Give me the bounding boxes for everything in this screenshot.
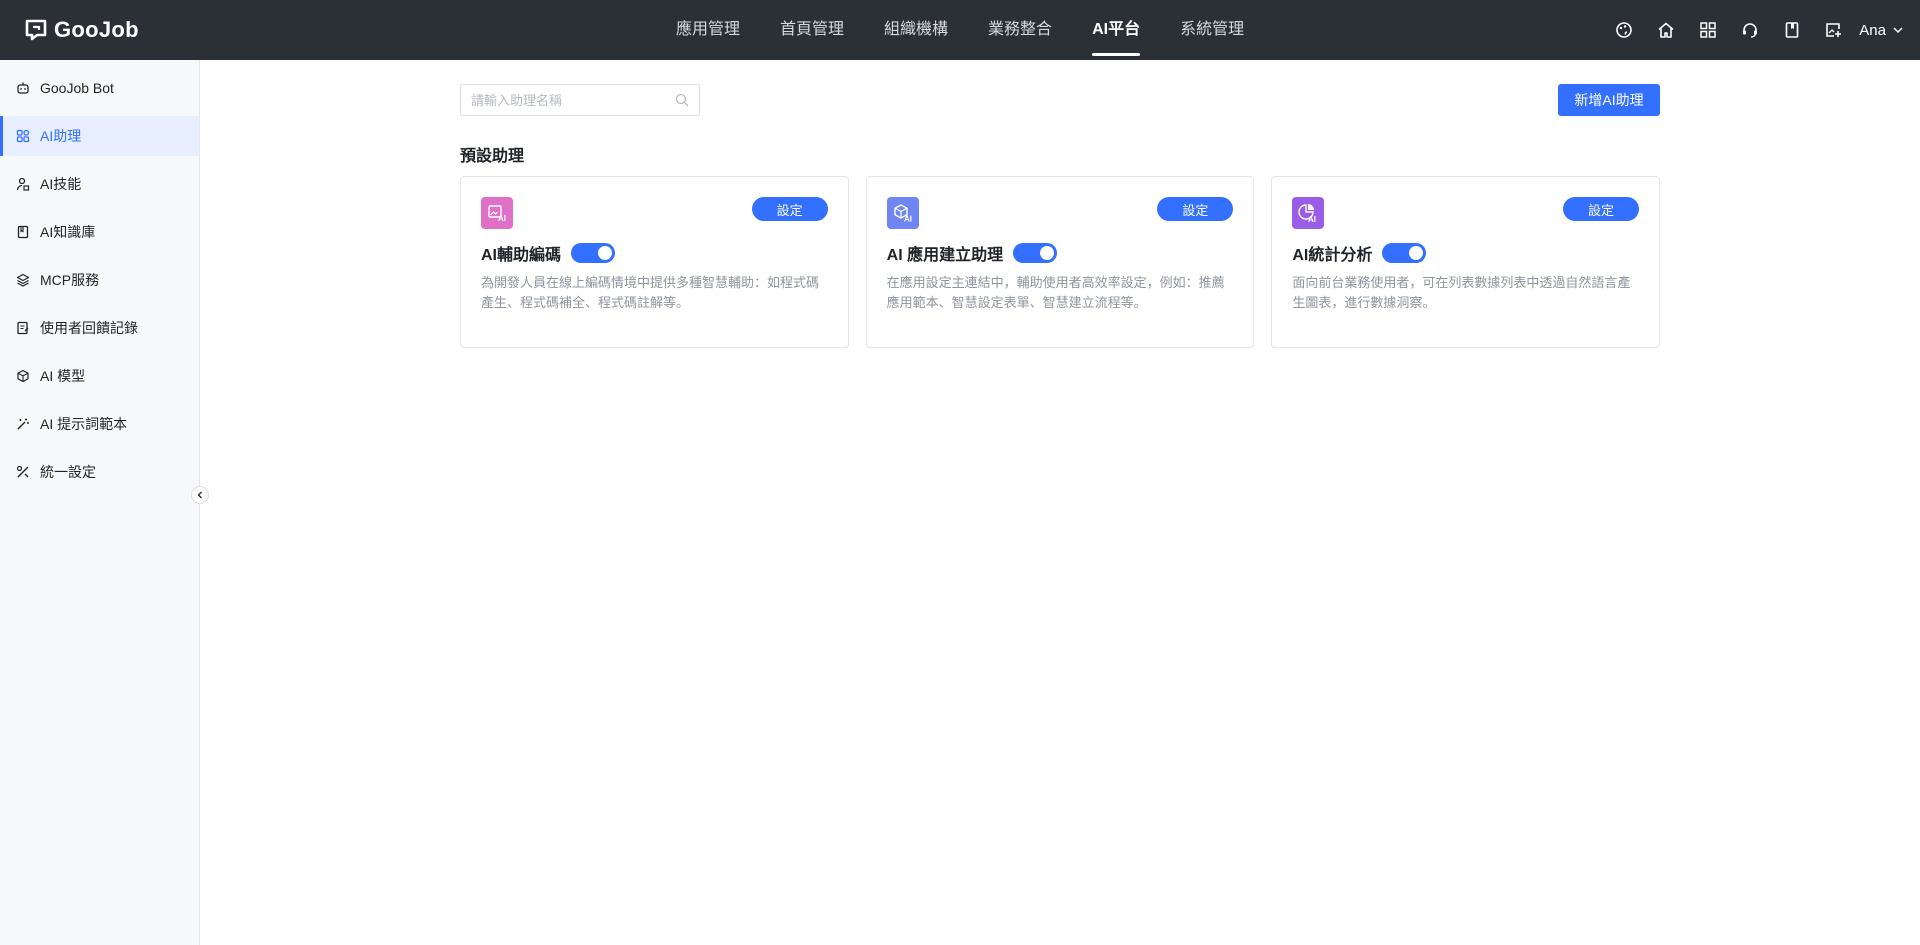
settings-tools-icon: [16, 465, 29, 478]
top-icon-bar: Ana: [1603, 0, 1904, 60]
sidebar-item-label: 使用者回饋記錄: [40, 320, 138, 336]
chevron-down-icon: [1893, 27, 1903, 34]
settings-button[interactable]: 設定: [1157, 197, 1234, 221]
search-box: [460, 84, 700, 116]
card-title: AI輔助編碼: [481, 247, 562, 264]
nav-item-system-management[interactable]: 系統管理: [1160, 0, 1264, 60]
nav-item-app-management[interactable]: 應用管理: [656, 0, 760, 60]
sidebar-item-mcp-service[interactable]: MCP服務: [0, 260, 199, 300]
sidebar-item-label: AI 模型: [40, 368, 86, 384]
logo[interactable]: GooJob: [24, 16, 139, 44]
sidebar-item-unified-settings[interactable]: 統一設定: [0, 452, 199, 492]
assistant-card-list: AI 設定 AI輔助編碼 為開發人員在線上編碼情境中提供多種智慧輔助：如程式碼產…: [460, 176, 1661, 348]
home-icon[interactable]: [1645, 9, 1687, 51]
assistant-card: AI 設定 AI輔助編碼 為開發人員在線上編碼情境中提供多種智慧輔助：如程式碼產…: [460, 176, 849, 348]
sidebar: GooJob Bot AI助理 AI技能 AI知識庫 MCP服務 使用者回饋記錄…: [0, 60, 200, 945]
add-ai-assistant-button[interactable]: 新增AI助理: [1558, 84, 1660, 116]
sidebar-item-ai-skills[interactable]: AI技能: [0, 164, 199, 204]
sidebar-item-label: AI助理: [40, 128, 82, 144]
search-icon[interactable]: [675, 93, 689, 107]
settings-button[interactable]: 設定: [1563, 197, 1640, 221]
sidebar-item-ai-assistant[interactable]: AI助理: [0, 116, 199, 156]
card-description: 在應用設定主連結中，輔助使用者高效率設定，例如：推薦應用範本、智慧設定表單、智慧…: [886, 275, 1225, 310]
ai-image-icon: AI: [481, 197, 513, 229]
book-icon: [17, 225, 29, 239]
sidebar-item-label: 統一設定: [40, 464, 96, 480]
sidebar-item-label: MCP服務: [40, 272, 100, 288]
enable-toggle[interactable]: [1013, 243, 1058, 263]
enable-toggle[interactable]: [571, 243, 616, 263]
enable-toggle[interactable]: [1382, 243, 1427, 263]
magic-wand-icon: [17, 418, 29, 430]
user-name: Ana: [1859, 21, 1886, 39]
skill-icon: [16, 177, 30, 191]
search-input[interactable]: [471, 92, 675, 108]
assistant-card: AI 設定 AI 應用建立助理 在應用設定主連結中，輔助使用者高效率設定，例如：…: [865, 176, 1255, 348]
grid-icon: [16, 129, 30, 143]
main-content: 新增AI助理 預設助理 AI 設定 AI輔助編碼 為開發人員在線上編碼情境中提供…: [200, 60, 1920, 945]
nav-item-organization[interactable]: 組織機構: [864, 0, 968, 60]
card-header: AI 應用建立助理: [887, 241, 1234, 265]
card-title: AI 應用建立助理: [886, 247, 1004, 264]
nav-item-homepage-management[interactable]: 首頁管理: [760, 0, 864, 60]
sidebar-item-goojob-bot[interactable]: GooJob Bot: [0, 68, 199, 108]
card-description: 面向前台業務使用者，可在列表數據列表中透過自然語言產生圖表，進行數據洞察。: [1292, 275, 1631, 310]
top-navbar: GooJob 應用管理 首頁管理 組織機構 業務整合 AI平台 系統管理 Ana: [0, 0, 1920, 60]
layers-icon: [16, 273, 30, 287]
user-menu[interactable]: Ana: [1859, 22, 1904, 39]
svg-text:AI: AI: [498, 214, 506, 223]
nav-item-business-integration[interactable]: 業務整合: [968, 0, 1072, 60]
section-title: 預設助理: [460, 148, 525, 165]
sidebar-item-label: AI技能: [40, 176, 82, 192]
svg-text:AI: AI: [1308, 215, 1316, 224]
bot-icon: [17, 82, 29, 94]
logo-text: GooJob: [54, 17, 139, 42]
sidebar-item-ai-model[interactable]: AI 模型: [0, 356, 199, 396]
sidebar-item-user-feedback[interactable]: 使用者回饋記錄: [0, 308, 199, 348]
card-description: 為開發人員在線上編碼情境中提供多種智慧輔助：如程式碼產生、程式碼補全、程式碼註解…: [481, 275, 820, 310]
apps-grid-icon[interactable]: [1687, 9, 1729, 51]
sidebar-item-label: AI知識庫: [40, 224, 96, 240]
cube-icon: [17, 369, 29, 383]
main-nav: 應用管理 首頁管理 組織機構 業務整合 AI平台 系統管理: [656, 0, 1264, 60]
sidebar-item-ai-prompt-template[interactable]: AI 提示詞範本: [0, 404, 199, 444]
ai-chart-icon: AI: [1292, 197, 1325, 229]
book-icon[interactable]: [1771, 9, 1813, 51]
settings-button[interactable]: 設定: [751, 197, 828, 221]
image-edit-icon[interactable]: [1813, 9, 1855, 51]
palette-icon[interactable]: [1603, 9, 1645, 51]
feedback-icon: [17, 321, 29, 335]
card-title: AI統計分析: [1292, 247, 1373, 264]
sidebar-item-label: GooJob Bot: [40, 80, 114, 96]
nav-item-ai-platform[interactable]: AI平台: [1072, 0, 1160, 60]
svg-text:AI: AI: [904, 215, 912, 224]
support-headset-icon[interactable]: [1729, 9, 1771, 51]
logo-icon: [25, 19, 47, 41]
ai-cube-icon: AI: [886, 197, 919, 229]
assistant-card: AI 設定 AI統計分析 面向前台業務使用者，可在列表數據列表中透過自然語言產生…: [1271, 176, 1661, 348]
sidebar-item-ai-knowledge-base[interactable]: AI知識庫: [0, 212, 199, 252]
sidebar-item-label: AI 提示詞範本: [40, 416, 128, 432]
card-header: AI統計分析: [1292, 241, 1639, 265]
card-header: AI輔助編碼: [481, 241, 828, 265]
